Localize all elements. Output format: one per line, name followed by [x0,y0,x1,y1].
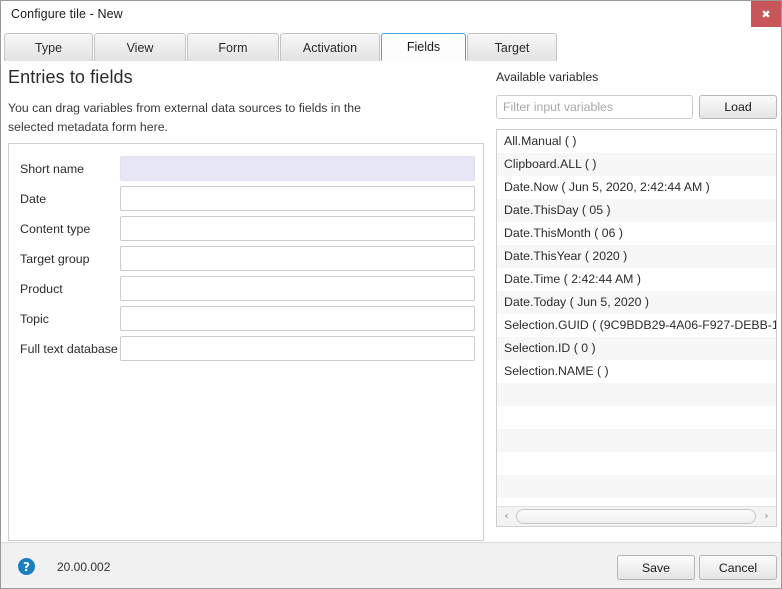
variables-rows: All.Manual ( ) Clipboard.ALL ( ) Date.Now … [497,130,776,505]
tab-label: Target [494,40,530,55]
field-input-topic[interactable] [120,306,475,331]
field-label: Full text database [20,342,118,356]
variable-empty-row [497,406,776,429]
variable-item[interactable]: Date.ThisDay ( 05 ) [497,199,776,222]
available-variables-pane: Available variables Load All.Manual ( )C… [491,61,781,541]
version-label: 20.00.002 [57,560,111,574]
variable-empty-row [497,452,776,475]
field-label: Short name [20,162,85,176]
metadata-form-box: Short name Date Content type Target group Pr… [8,143,484,541]
form-row: Date [9,186,483,216]
field-input-content-type[interactable] [120,216,475,241]
variable-item[interactable]: All.Manual ( ) [497,130,776,153]
field-label: Product [20,282,63,296]
scroll-left-icon[interactable]: ‹ [498,507,515,526]
field-input-target-group[interactable] [120,246,475,271]
load-button[interactable]: Load [699,95,777,119]
tab-form[interactable]: Form [187,33,279,61]
scrollbar-thumb[interactable] [516,509,756,524]
tab-label: Form [218,40,248,55]
window-title: Configure tile - New [11,7,123,21]
form-row: Product [9,276,483,306]
cancel-button[interactable]: Cancel [699,555,777,580]
field-input-product[interactable] [120,276,475,301]
footer-bar: ? 20.00.002 Save Cancel [1,542,781,588]
variable-item[interactable]: Selection.ID ( 0 ) [497,337,776,360]
tab-fields[interactable]: Fields [381,33,466,61]
tab-target[interactable]: Target [467,33,557,61]
page-description: You can drag variables from external dat… [8,101,361,134]
variable-item[interactable]: Selection.GUID ( (9C9BDB29-4A06-F927-DEB… [497,314,776,337]
field-input-full-text-database[interactable] [120,336,475,361]
variable-empty-row [497,475,776,498]
variable-item[interactable]: Selection.NAME ( ) [497,360,776,383]
variable-item[interactable]: Date.Today ( Jun 5, 2020 ) [497,291,776,314]
tab-label: View [126,40,154,55]
tab-label: Activation [302,40,358,55]
save-button[interactable]: Save [617,555,695,580]
variables-list: All.Manual ( ) Clipboard.ALL ( ) Date.Now … [496,129,777,527]
variable-item[interactable]: Date.Time ( 2:42:44 AM ) [497,268,776,291]
form-row: Full text database [9,336,483,366]
tab-label: Type [34,40,63,55]
configure-tile-dialog: Configure tile - New ✖ Type View Form Activ… [0,0,782,589]
field-label: Date [20,192,47,206]
form-row: Short name [9,156,483,186]
variable-empty-row [497,498,776,505]
form-row: Content type [9,216,483,246]
scroll-right-icon[interactable]: › [758,507,775,526]
variable-empty-row [497,383,776,406]
form-row: Target group [9,246,483,276]
tab-type[interactable]: Type [4,33,93,61]
tab-strip: Type View Form Activation Fields Target [1,31,781,61]
field-label: Target group [20,252,90,266]
variable-item[interactable]: Clipboard.ALL ( ) [497,153,776,176]
title-bar: Configure tile - New ✖ [1,1,781,29]
variable-item[interactable]: Date.ThisYear ( 2020 ) [497,245,776,268]
variable-item[interactable]: Date.Now ( Jun 5, 2020, 2:42:44 AM ) [497,176,776,199]
horizontal-scrollbar[interactable]: ‹ › [497,506,776,526]
close-button[interactable]: ✖ [751,1,781,27]
available-variables-label: Available variables [496,70,599,84]
variable-empty-row [497,429,776,452]
tab-activation[interactable]: Activation [280,33,380,61]
close-icon: ✖ [761,7,771,21]
field-input-date[interactable] [120,186,475,211]
entries-to-fields-pane: Entries to fields You can drag variables… [1,61,491,541]
tab-view[interactable]: View [94,33,186,61]
field-label: Topic [20,312,49,326]
field-label: Content type [20,222,91,236]
tab-label: Fields [406,40,441,54]
page-title: Entries to fields [8,67,133,87]
form-row: Topic [9,306,483,336]
field-input-short-name[interactable] [120,156,475,181]
variable-item[interactable]: Date.ThisMonth ( 06 ) [497,222,776,245]
help-icon[interactable]: ? [18,558,35,575]
filter-input[interactable] [496,95,693,119]
